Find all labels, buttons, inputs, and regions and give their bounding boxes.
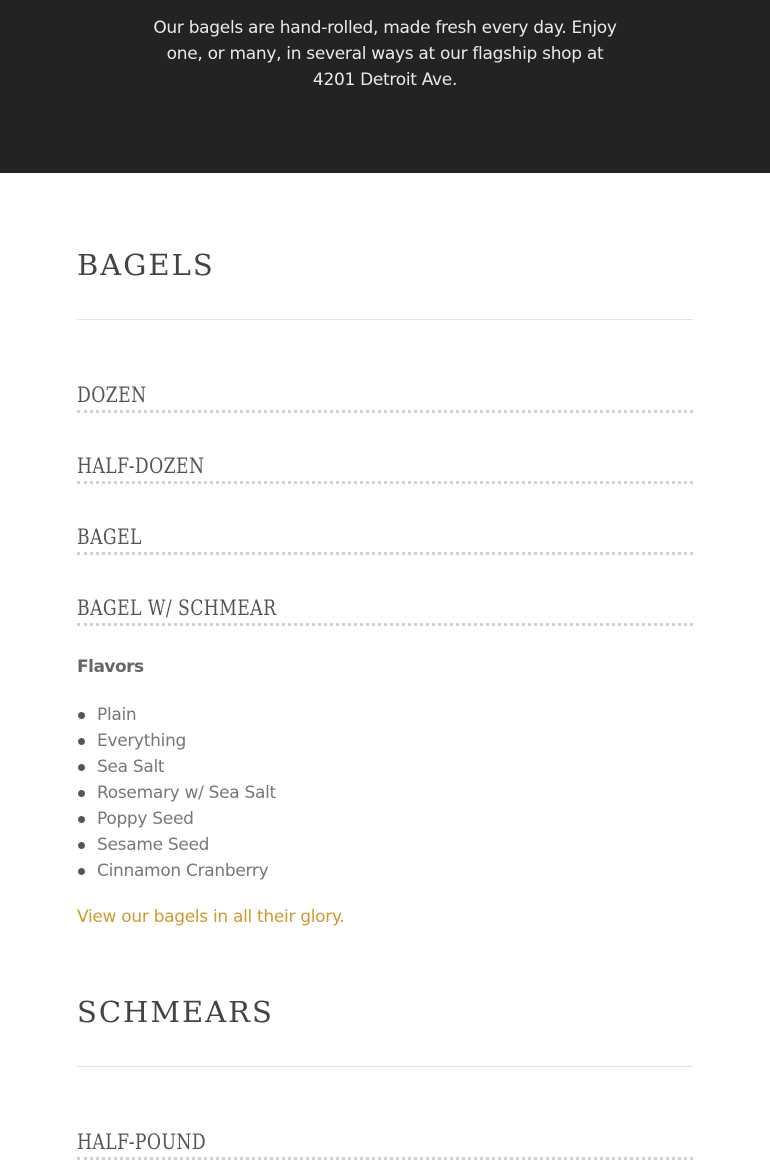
flavor-label: Sesame Seed — [97, 835, 210, 855]
menu-item-bagel: BAGEL — [77, 523, 693, 555]
flavor-item: Rosemary w/ Sea Salt — [77, 780, 276, 806]
flavor-item: Sea Salt — [77, 754, 276, 780]
flavor-item: Poppy Seed — [77, 806, 276, 832]
bullet-icon — [78, 712, 85, 719]
flavor-label: Sea Salt — [97, 757, 165, 777]
bagels-section-title: BAGELS — [77, 248, 215, 282]
bagels-divider — [77, 319, 693, 320]
flavor-item: Plain — [77, 702, 276, 728]
hero-banner: Our bagels are hand-rolled, made fresh e… — [0, 0, 770, 173]
view-bagels-link[interactable]: View our bagels in all their glory. — [77, 904, 345, 930]
bullet-icon — [78, 738, 85, 745]
menu-item-name: HALF-DOZEN — [77, 454, 205, 478]
hero-intro-text: Our bagels are hand-rolled, made fresh e… — [153, 18, 617, 90]
flavor-label: Plain — [97, 705, 137, 725]
flavors-heading: Flavors — [77, 657, 144, 677]
bullet-icon — [78, 868, 85, 875]
menu-item-name: BAGEL W/ SCHMEAR — [77, 596, 277, 620]
flavor-item: Everything — [77, 728, 276, 754]
menu-item-name: DOZEN — [77, 383, 147, 407]
schmears-divider — [77, 1066, 693, 1067]
flavor-label: Cinnamon Cranberry — [97, 861, 269, 881]
bullet-icon — [78, 842, 85, 849]
flavor-label: Everything — [97, 731, 187, 751]
menu-item-half-pound: HALF-POUND — [77, 1128, 693, 1160]
flavor-label: Poppy Seed — [97, 809, 194, 829]
flavor-list: Plain Everything Sea Salt Rosemary w/ Se… — [77, 702, 276, 884]
menu-item-half-dozen: HALF-DOZEN — [77, 452, 693, 484]
bullet-icon — [78, 790, 85, 797]
flavor-item: Sesame Seed — [77, 832, 276, 858]
menu-item-name: HALF-POUND — [77, 1130, 207, 1154]
menu-item-dozen: DOZEN — [77, 381, 693, 413]
menu-item-name: BAGEL — [77, 525, 142, 549]
menu-item-bagel-with-schmear: BAGEL W/ SCHMEAR — [77, 594, 693, 626]
schmears-section-title: SCHMEARS — [77, 995, 274, 1029]
flavor-item: Cinnamon Cranberry — [77, 858, 276, 884]
bullet-icon — [78, 764, 85, 771]
bullet-icon — [78, 816, 85, 823]
flavor-label: Rosemary w/ Sea Salt — [97, 783, 276, 803]
